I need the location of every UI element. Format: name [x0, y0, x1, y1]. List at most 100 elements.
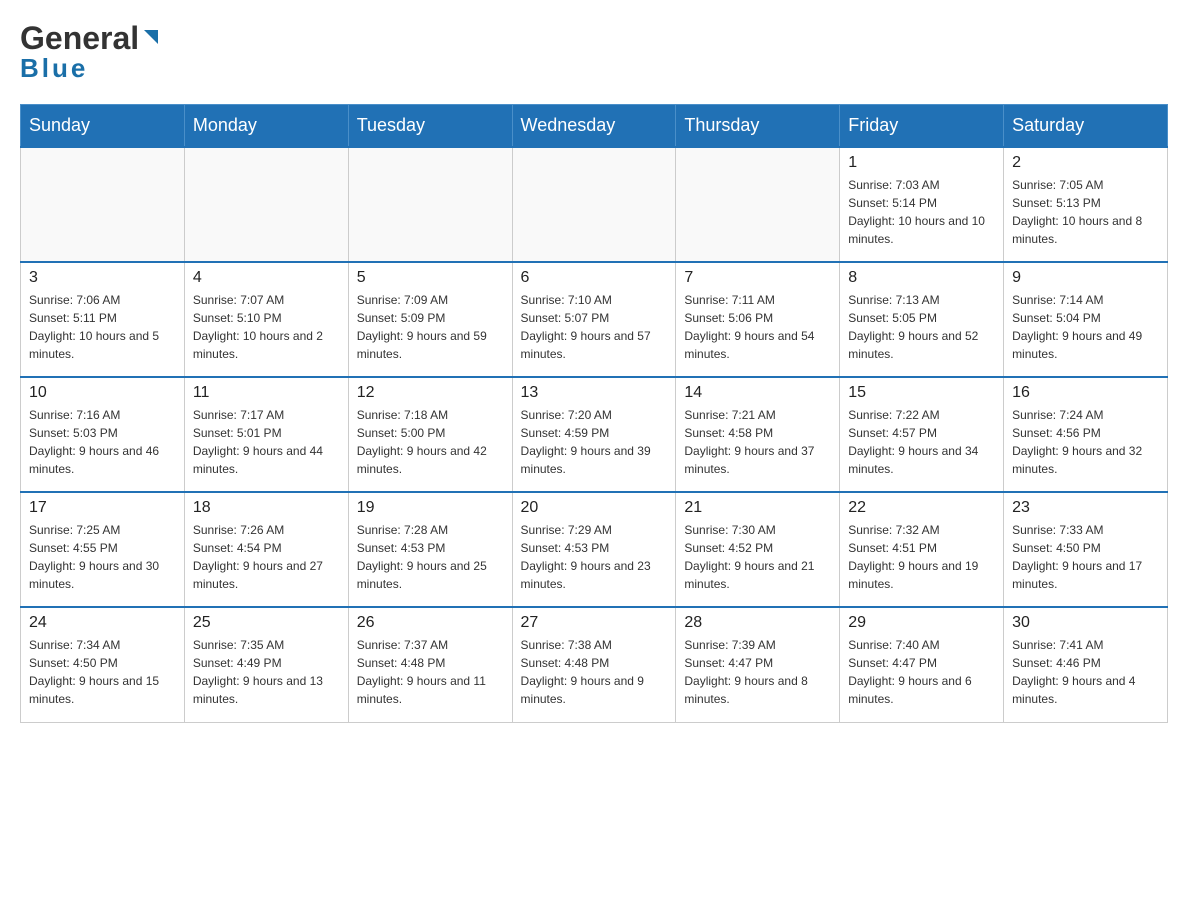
weekday-header-wednesday: Wednesday	[512, 105, 676, 148]
day-number: 23	[1012, 499, 1159, 517]
weekday-header-thursday: Thursday	[676, 105, 840, 148]
calendar-cell	[348, 147, 512, 262]
day-info: Sunrise: 7:37 AMSunset: 4:48 PMDaylight:…	[357, 636, 504, 708]
calendar-cell: 3Sunrise: 7:06 AMSunset: 5:11 PMDaylight…	[21, 262, 185, 377]
calendar-cell: 15 Sunrise: 7:22 AMSunset: 4:57 PMDayligh…	[840, 377, 1004, 492]
day-number: 29	[848, 614, 995, 632]
calendar-cell: 12 Sunrise: 7:18 AMSunset: 5:00 PMDayligh…	[348, 377, 512, 492]
day-info: Sunrise: 7:22 AMSunset: 4:57 PMDaylight:…	[848, 406, 995, 478]
day-info: Sunrise: 7:03 AMSunset: 5:14 PMDaylight:…	[848, 176, 995, 248]
day-info: Sunrise: 7:39 AMSunset: 4:47 PMDaylight:…	[684, 636, 831, 708]
day-info: Sunrise: 7:35 AMSunset: 4:49 PMDaylight:…	[193, 636, 340, 708]
day-info: Sunrise: 7:14 AMSunset: 5:04 PMDaylight:…	[1012, 291, 1159, 363]
day-number: 13	[521, 384, 668, 402]
logo-general: General	[20, 20, 139, 57]
day-number: 14	[684, 384, 831, 402]
day-info: Sunrise: 7:20 AMSunset: 4:59 PMDaylight:…	[521, 406, 668, 478]
week-row-3: 10 Sunrise: 7:16 AMSunset: 5:03 PMDayligh…	[21, 377, 1168, 492]
calendar-cell	[512, 147, 676, 262]
page-header: General Blue	[20, 20, 1168, 84]
day-number: 19	[357, 499, 504, 517]
calendar-cell: 10 Sunrise: 7:16 AMSunset: 5:03 PMDayligh…	[21, 377, 185, 492]
day-info: Sunrise: 7:16 AMSunset: 5:03 PMDaylight:…	[29, 406, 176, 478]
logo-blue: Blue	[20, 53, 88, 84]
calendar-cell: 19 Sunrise: 7:28 AMSunset: 4:53 PMDayligh…	[348, 492, 512, 607]
day-info: Sunrise: 7:28 AMSunset: 4:53 PMDaylight:…	[357, 521, 504, 593]
day-number: 24	[29, 614, 176, 632]
week-row-1: 1 Sunrise: 7:03 AMSunset: 5:14 PMDaylight…	[21, 147, 1168, 262]
calendar-cell: 4 Sunrise: 7:07 AMSunset: 5:10 PMDaylight…	[184, 262, 348, 377]
day-info: Sunrise: 7:34 AMSunset: 4:50 PMDaylight:…	[29, 636, 176, 708]
day-number: 16	[1012, 384, 1159, 402]
weekday-header-monday: Monday	[184, 105, 348, 148]
calendar-cell: 9 Sunrise: 7:14 AMSunset: 5:04 PMDaylight…	[1004, 262, 1168, 377]
logo: General Blue	[20, 20, 162, 84]
day-info: Sunrise: 7:29 AMSunset: 4:53 PMDaylight:…	[521, 521, 668, 593]
day-number: 27	[521, 614, 668, 632]
calendar-cell: 17 Sunrise: 7:25 AMSunset: 4:55 PMDayligh…	[21, 492, 185, 607]
day-number: 26	[357, 614, 504, 632]
calendar-cell: 5Sunrise: 7:09 AMSunset: 5:09 PMDaylight…	[348, 262, 512, 377]
day-number: 3	[29, 269, 176, 287]
calendar-cell: 23 Sunrise: 7:33 AMSunset: 4:50 PMDayligh…	[1004, 492, 1168, 607]
day-number: 8	[848, 269, 995, 287]
day-info: Sunrise: 7:33 AMSunset: 4:50 PMDaylight:…	[1012, 521, 1159, 593]
calendar-cell: 22Sunrise: 7:32 AMSunset: 4:51 PMDayligh…	[840, 492, 1004, 607]
day-info: Sunrise: 7:25 AMSunset: 4:55 PMDaylight:…	[29, 521, 176, 593]
calendar-cell	[676, 147, 840, 262]
calendar-cell: 11Sunrise: 7:17 AMSunset: 5:01 PMDayligh…	[184, 377, 348, 492]
day-info: Sunrise: 7:32 AMSunset: 4:51 PMDaylight:…	[848, 521, 995, 593]
calendar-cell	[21, 147, 185, 262]
day-info: Sunrise: 7:24 AMSunset: 4:56 PMDaylight:…	[1012, 406, 1159, 478]
day-number: 9	[1012, 269, 1159, 287]
day-number: 18	[193, 499, 340, 517]
calendar-cell: 18 Sunrise: 7:26 AMSunset: 4:54 PMDayligh…	[184, 492, 348, 607]
day-number: 17	[29, 499, 176, 517]
day-number: 5	[357, 269, 504, 287]
calendar-cell: 30Sunrise: 7:41 AMSunset: 4:46 PMDayligh…	[1004, 607, 1168, 722]
calendar-cell: 14 Sunrise: 7:21 AMSunset: 4:58 PMDayligh…	[676, 377, 840, 492]
day-number: 7	[684, 269, 831, 287]
calendar-cell: 24 Sunrise: 7:34 AMSunset: 4:50 PMDayligh…	[21, 607, 185, 722]
calendar-cell	[184, 147, 348, 262]
logo-triangle-icon	[140, 26, 162, 48]
calendar-cell: 7 Sunrise: 7:11 AMSunset: 5:06 PMDaylight…	[676, 262, 840, 377]
day-info: Sunrise: 7:26 AMSunset: 4:54 PMDaylight:…	[193, 521, 340, 593]
day-info: Sunrise: 7:10 AMSunset: 5:07 PMDaylight:…	[521, 291, 668, 363]
calendar-cell: 2Sunrise: 7:05 AMSunset: 5:13 PMDaylight…	[1004, 147, 1168, 262]
calendar-cell: 6 Sunrise: 7:10 AMSunset: 5:07 PMDaylight…	[512, 262, 676, 377]
weekday-header-friday: Friday	[840, 105, 1004, 148]
day-number: 21	[684, 499, 831, 517]
day-number: 6	[521, 269, 668, 287]
week-row-2: 3Sunrise: 7:06 AMSunset: 5:11 PMDaylight…	[21, 262, 1168, 377]
day-info: Sunrise: 7:07 AMSunset: 5:10 PMDaylight:…	[193, 291, 340, 363]
day-info: Sunrise: 7:38 AMSunset: 4:48 PMDaylight:…	[521, 636, 668, 708]
day-number: 4	[193, 269, 340, 287]
day-number: 15	[848, 384, 995, 402]
weekday-header-row: SundayMondayTuesdayWednesdayThursdayFrid…	[21, 105, 1168, 148]
day-number: 12	[357, 384, 504, 402]
day-number: 25	[193, 614, 340, 632]
calendar-cell: 26 Sunrise: 7:37 AMSunset: 4:48 PMDayligh…	[348, 607, 512, 722]
calendar-cell: 28 Sunrise: 7:39 AMSunset: 4:47 PMDayligh…	[676, 607, 840, 722]
day-info: Sunrise: 7:11 AMSunset: 5:06 PMDaylight:…	[684, 291, 831, 363]
day-info: Sunrise: 7:18 AMSunset: 5:00 PMDaylight:…	[357, 406, 504, 478]
calendar-cell: 27 Sunrise: 7:38 AMSunset: 4:48 PMDayligh…	[512, 607, 676, 722]
day-info: Sunrise: 7:41 AMSunset: 4:46 PMDaylight:…	[1012, 636, 1159, 708]
calendar-cell: 25 Sunrise: 7:35 AMSunset: 4:49 PMDayligh…	[184, 607, 348, 722]
calendar-cell: 8 Sunrise: 7:13 AMSunset: 5:05 PMDaylight…	[840, 262, 1004, 377]
calendar-cell: 16 Sunrise: 7:24 AMSunset: 4:56 PMDayligh…	[1004, 377, 1168, 492]
day-number: 1	[848, 154, 995, 172]
day-info: Sunrise: 7:13 AMSunset: 5:05 PMDaylight:…	[848, 291, 995, 363]
calendar-cell: 29 Sunrise: 7:40 AMSunset: 4:47 PMDayligh…	[840, 607, 1004, 722]
weekday-header-tuesday: Tuesday	[348, 105, 512, 148]
day-info: Sunrise: 7:17 AMSunset: 5:01 PMDaylight:…	[193, 406, 340, 478]
week-row-5: 24 Sunrise: 7:34 AMSunset: 4:50 PMDayligh…	[21, 607, 1168, 722]
week-row-4: 17 Sunrise: 7:25 AMSunset: 4:55 PMDayligh…	[21, 492, 1168, 607]
day-info: Sunrise: 7:21 AMSunset: 4:58 PMDaylight:…	[684, 406, 831, 478]
calendar-cell: 1 Sunrise: 7:03 AMSunset: 5:14 PMDaylight…	[840, 147, 1004, 262]
day-info: Sunrise: 7:40 AMSunset: 4:47 PMDaylight:…	[848, 636, 995, 708]
day-number: 28	[684, 614, 831, 632]
weekday-header-saturday: Saturday	[1004, 105, 1168, 148]
day-number: 10	[29, 384, 176, 402]
